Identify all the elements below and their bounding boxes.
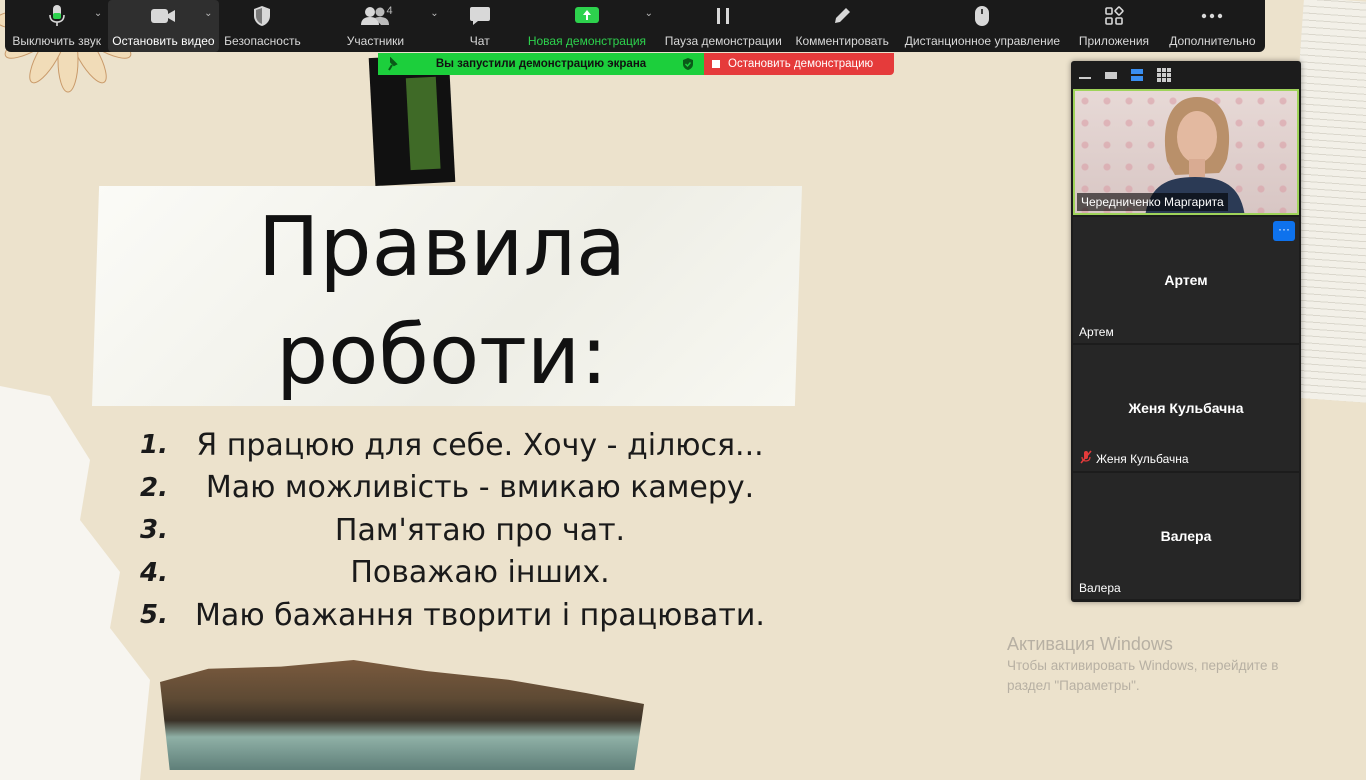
rule-number: 5.: [140, 600, 168, 631]
security-label: Безопасность: [224, 34, 301, 48]
apps-button[interactable]: Приложения: [1068, 0, 1160, 52]
participant-tile[interactable]: Валера Валера: [1073, 473, 1299, 599]
rule-number: 4.: [140, 557, 168, 588]
rules-list: 1. Я працюю для себе. Хочу - ділюся... 2…: [140, 424, 780, 637]
chevron-down-icon[interactable]: ⌄: [645, 8, 653, 19]
view-switcher: [1071, 61, 1301, 89]
mute-button[interactable]: ⌄ Выключить звук: [5, 0, 108, 52]
shield-check-icon: [682, 57, 694, 74]
share-screen-icon: [574, 4, 600, 28]
rule-item: 2. Маю можливість - вмикаю камеру.: [140, 467, 780, 510]
more-button[interactable]: Дополнительно: [1160, 0, 1265, 52]
annotate-label: Комментировать: [795, 34, 889, 48]
rule-text: Маю можливість - вмикаю камеру.: [205, 470, 755, 506]
participant-display-name: Женя Кульбачна: [1128, 400, 1244, 416]
pin-icon[interactable]: [386, 56, 398, 74]
participant-name-tag: Валера: [1075, 579, 1125, 597]
participants-label: Участники: [346, 34, 405, 48]
rule-item: 1. Я працюю для себе. Хочу - ділюся...: [140, 424, 780, 467]
chevron-down-icon[interactable]: ⌄: [204, 8, 212, 19]
windows-activation-watermark: Активация Windows Чтобы активировать Win…: [1007, 632, 1278, 696]
participant-name: Валера: [1079, 581, 1121, 595]
stop-share-label: Остановить демонстрацию: [728, 58, 874, 70]
new-share-button[interactable]: ⌄ Новая демонстрация: [515, 0, 659, 52]
self-name-tag: Чередниченко Маргарита: [1077, 193, 1228, 211]
annotate-button[interactable]: Комментировать: [788, 0, 897, 52]
rule-item: 3. Пам'ятаю про чат.: [140, 509, 780, 552]
participant-tile[interactable]: ··· Артем Артем: [1073, 217, 1299, 343]
chat-label: Чат: [469, 34, 490, 48]
self-video-tile[interactable]: Чередниченко Маргарита: [1073, 89, 1299, 215]
participants-count: 4: [386, 5, 393, 17]
participant-name: Артем: [1079, 325, 1114, 339]
chat-button[interactable]: Чат: [445, 0, 515, 52]
participant-name: Женя Кульбачна: [1096, 451, 1189, 466]
chat-bubble-icon: [469, 4, 491, 28]
shield-icon: [252, 4, 272, 28]
video-camera-icon: [150, 4, 176, 28]
slide-title: Правила роботи:: [92, 194, 792, 410]
video-panel: Чередниченко Маргарита ··· Артем Артем Ж…: [1071, 61, 1301, 602]
slide-title-line1: Правила: [257, 200, 627, 295]
participant-more-button[interactable]: ···: [1273, 221, 1295, 241]
slide-title-line2: роботи:: [276, 308, 608, 403]
apps-label: Приложения: [1078, 34, 1150, 48]
microphone-icon: [48, 4, 65, 28]
mouse-icon: [974, 4, 990, 28]
chevron-down-icon[interactable]: ⌄: [430, 8, 438, 19]
meeting-toolbar: ⌄ Выключить звук ⌄ Остановить видео Безо…: [5, 0, 1265, 52]
ellipsis-icon: [1201, 4, 1223, 28]
muted-microphone-icon: [1079, 450, 1093, 467]
rule-number: 2.: [140, 472, 168, 503]
stop-video-label: Остановить видео: [112, 34, 215, 48]
sharing-status-text: Вы запустили демонстрацию экрана: [435, 58, 647, 70]
participant-name-tag: Артем: [1075, 323, 1118, 341]
grid-view-icon[interactable]: [1157, 68, 1171, 82]
remote-control-label: Дистанционное управление: [904, 34, 1061, 48]
watermark-line2: раздел "Параметры".: [1007, 678, 1140, 693]
participants-icon: [361, 4, 390, 28]
participant-name-tag: Женя Кульбачна: [1075, 448, 1193, 469]
new-share-label: Новая демонстрация: [527, 34, 647, 48]
minimize-icon[interactable]: [1079, 70, 1091, 80]
self-name: Чередниченко Маргарита: [1081, 195, 1224, 209]
rule-text: Поважаю інших.: [350, 555, 610, 591]
single-view-icon[interactable]: [1105, 70, 1117, 80]
pause-share-label: Пауза демонстрации: [664, 34, 782, 48]
chevron-down-icon[interactable]: ⌄: [94, 8, 102, 19]
participant-display-name: Артем: [1164, 272, 1208, 288]
pause-share-button[interactable]: Пауза демонстрации: [659, 0, 788, 52]
rule-item: 5. Маю бажання творити і працювати.: [140, 594, 780, 637]
watermark-title: Активация Windows: [1007, 634, 1173, 654]
participants-button[interactable]: 4 ⌄ Участники: [306, 0, 444, 52]
participant-tile[interactable]: Женя Кульбачна Женя Кульбачна: [1073, 345, 1299, 471]
rule-text: Маю бажання творити і працювати.: [195, 597, 765, 633]
more-label: Дополнительно: [1169, 34, 1256, 48]
watermark-line1: Чтобы активировать Windows, перейдите в: [1007, 658, 1279, 673]
rule-number: 1.: [140, 430, 168, 461]
stacked-view-icon[interactable]: [1131, 69, 1143, 81]
stop-square-icon: [712, 60, 720, 68]
security-button[interactable]: Безопасность: [219, 0, 307, 52]
pencil-icon: [832, 4, 852, 28]
apps-icon: [1104, 4, 1124, 28]
rule-text: Я працюю для себе. Хочу - ділюся...: [196, 427, 764, 463]
rule-text: Пам'ятаю про чат.: [334, 512, 626, 548]
mute-label: Выключить звук: [12, 34, 101, 48]
landscape-photo-decoration: [160, 660, 644, 770]
remote-control-button[interactable]: Дистанционное управление: [897, 0, 1068, 52]
participant-display-name: Валера: [1160, 528, 1212, 544]
stop-video-button[interactable]: ⌄ Остановить видео: [108, 0, 219, 52]
pause-icon: [715, 4, 731, 28]
rule-number: 3.: [140, 515, 168, 546]
rule-item: 4. Поважаю інших.: [140, 552, 780, 595]
sharing-status-banner[interactable]: Вы запустили демонстрацию экрана: [378, 53, 704, 75]
stop-share-button[interactable]: Остановить демонстрацию: [704, 53, 894, 75]
